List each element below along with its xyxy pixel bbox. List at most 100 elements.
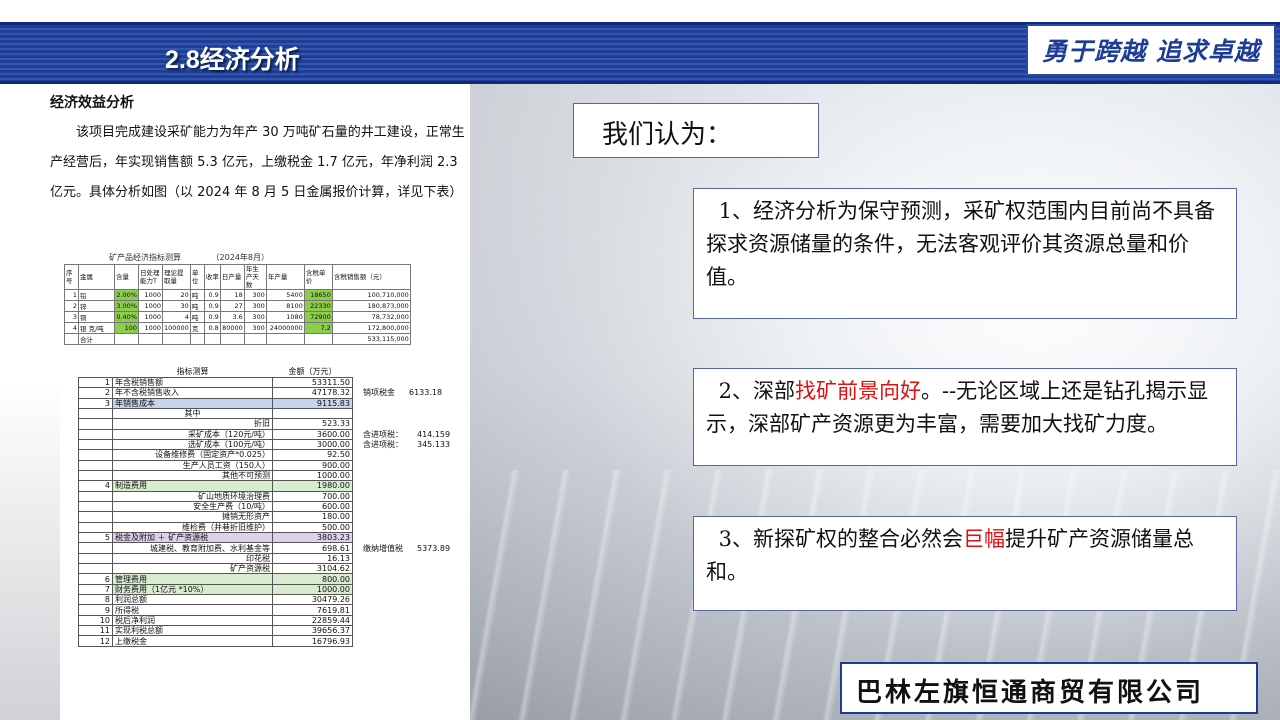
table2-row-number: 5 xyxy=(78,531,113,544)
table2-row-amount: 180.00 xyxy=(272,511,353,523)
point-2-highlight: 找矿前景向好 xyxy=(794,379,921,403)
table1-title: 矿产品经济指标测算 xyxy=(109,253,181,262)
table2-row-note xyxy=(353,419,453,429)
table1-cell: 24000000 xyxy=(265,322,305,334)
point-2-text-a: 2、深部 xyxy=(718,379,795,403)
table2-row-number: 4 xyxy=(78,480,113,492)
table2-row-number xyxy=(78,521,113,534)
table2-row-item: 安全生产费（10/吨） xyxy=(112,500,273,513)
table2-row-note xyxy=(353,595,453,605)
table2-header-amount: 金额（万元） xyxy=(288,367,337,377)
table2-row-item: 上缴税金 xyxy=(112,635,273,647)
table2-note-label: 销项税金 xyxy=(363,388,395,398)
table1-total-row: 合计 533,115,000 xyxy=(64,333,411,345)
table2-row-amount: 800.00 xyxy=(272,573,353,585)
table1-cell: 27 xyxy=(219,300,245,312)
table2-note-label: 含进项税： xyxy=(363,429,403,439)
company-name: 巴林左旗恒通商贸有限公司 xyxy=(840,662,1258,714)
table1-cell: 72900 xyxy=(303,311,333,323)
table2-note-value: 6133.18 xyxy=(409,388,443,398)
table1-row: 1 铅 2.00% 1000 20 吨 0.9 18 300 5400 18650 100,710,0… xyxy=(64,289,411,301)
table1-header-cell: 收率 xyxy=(203,264,221,290)
table2-row-number: 1 xyxy=(78,376,113,389)
table1-header-cell: 含量 xyxy=(114,264,139,290)
table2-row-amount: 3104.62 xyxy=(272,563,353,575)
table2-row: 10 税后净利润 22859.44 xyxy=(78,614,453,627)
table2-row-number: 7 xyxy=(78,583,113,596)
table2-row-item: 税金及附加 ＋ 矿产资源税 xyxy=(112,531,273,544)
table1-header-cell: 序号 xyxy=(64,264,79,290)
table1-cell: 7.2 xyxy=(303,322,333,334)
table2-row: 11 实现利税总额 39656.37 xyxy=(78,625,453,637)
table1-header-cell: 年生产天数 xyxy=(243,264,267,290)
table2-row: 5 税金及附加 ＋ 矿产资源税 3803.23 xyxy=(78,531,453,544)
table2-row-note xyxy=(353,408,453,418)
table2-row-note xyxy=(353,398,453,408)
table2-row-amount: 1980.00 xyxy=(272,480,353,492)
point-1: 1、经济分析为保守预测，采矿权范围内目前尚不具备探求资源储量的条件，无法客观评价… xyxy=(693,188,1237,319)
table1-cell xyxy=(303,333,333,345)
table2-row-note xyxy=(353,564,453,574)
table1-cell: 0.9 xyxy=(203,311,221,323)
table2-row-number: 8 xyxy=(78,594,113,606)
table2-row-note xyxy=(353,626,453,636)
point-3: 3、新探矿权的整合必然会巨幅提升矿产资源储量总和。 xyxy=(693,516,1237,611)
table2-row: 矿产资源税 3104.62 xyxy=(78,563,453,575)
table2-row: 城建税、教育附加费、水利基金等 698.61 缴纳增值税 5373.89 xyxy=(78,542,453,554)
table2-row-number: 9 xyxy=(78,604,113,616)
table1-date: （2024年8月） xyxy=(211,253,269,262)
table1-total-label: 合计 xyxy=(78,333,115,345)
table2-row-amount: 39656.37 xyxy=(272,625,353,637)
table2-row-note: 销项税金 6133.18 xyxy=(353,388,453,398)
table2-row-item: 采矿成本（120元/吨） xyxy=(112,428,273,440)
table2-row-item: 矿山地质环境治理费 xyxy=(112,490,273,502)
table2-row-item: 折旧 xyxy=(112,418,273,430)
table1-cell: 0.9 xyxy=(203,300,221,312)
table1-cell: 1000 xyxy=(138,300,163,312)
table2-row-amount: 523.33 xyxy=(272,418,353,430)
table2-row-number: 12 xyxy=(78,635,113,647)
table1-cell: 1 xyxy=(64,289,79,301)
table1-cell: 30 xyxy=(162,300,191,312)
table2-row-item: 年含税销售额 xyxy=(112,376,273,389)
table1-cell: 0.40% xyxy=(114,311,139,323)
table2-row-amount: 3600.00 xyxy=(272,428,353,440)
table2-note-label: 含进项税： xyxy=(363,440,403,450)
page-title: 2.8经济分析 xyxy=(165,46,300,74)
table2-row: 7 财务费用（1亿元 *10%） 1000.00 xyxy=(78,583,453,596)
table2-row-number: 3 xyxy=(78,397,113,409)
table2-row-number xyxy=(78,563,113,575)
table1-cell: 铅 xyxy=(78,289,115,301)
table1-cell xyxy=(138,333,163,345)
table1-header-cell: 日处理能力T xyxy=(138,264,163,290)
opinion-title: 我们认为： xyxy=(573,103,819,158)
table1-cell: 克 xyxy=(189,322,205,334)
table2-row-amount: 700.00 xyxy=(272,490,353,502)
table1-cell: 3.00% xyxy=(114,300,139,312)
table2-row-note xyxy=(353,574,453,584)
table2-row-amount: 1000.00 xyxy=(272,583,353,596)
table2-row-amount: 22859.44 xyxy=(272,614,353,627)
table2-row-item: 其中 xyxy=(112,407,273,420)
table2-row-number xyxy=(78,500,113,513)
table2-row-amount: 30479.26 xyxy=(272,594,353,606)
table2-row: 矿山地质环境治理费 700.00 xyxy=(78,490,453,502)
table1-cell: 22330 xyxy=(303,300,333,312)
table2-row-number xyxy=(78,490,113,502)
table1-cell: 300 xyxy=(243,322,267,334)
analysis-paragraph: 该项目完成建设采矿能力为年产 30 万吨矿石量的井工建设，正常生产经营后，年实现… xyxy=(50,125,465,200)
table1-header-cell: 年产量 xyxy=(265,264,305,290)
cost-analysis-table-block: 指标测算 金额（万元） 1 年含税销售额 53311.50 2 年不含税销售收入 47178.… xyxy=(78,367,458,647)
table2-row-amount: 53311.50 xyxy=(272,376,353,389)
table2-row-item: 所得税 xyxy=(112,604,273,616)
table1-cell: 锌 xyxy=(78,300,115,312)
table1-cell xyxy=(114,333,139,345)
table2-row-note: 含进项税： 414.159 xyxy=(353,429,453,439)
table2-row: 3 年销售成本 9115.83 xyxy=(78,397,453,409)
table2-row-item: 其他不可预测 xyxy=(112,469,273,482)
table2-row: 其他不可预测 1000.00 xyxy=(78,469,453,482)
table1-cell: 3.6 xyxy=(219,311,245,323)
table1-caption: 矿产品经济指标测算 （2024年8月） xyxy=(64,252,454,264)
table2-row-note: 缴纳增值税 5373.89 xyxy=(353,543,453,553)
table1-header-cell: 含税单价 xyxy=(303,264,333,290)
